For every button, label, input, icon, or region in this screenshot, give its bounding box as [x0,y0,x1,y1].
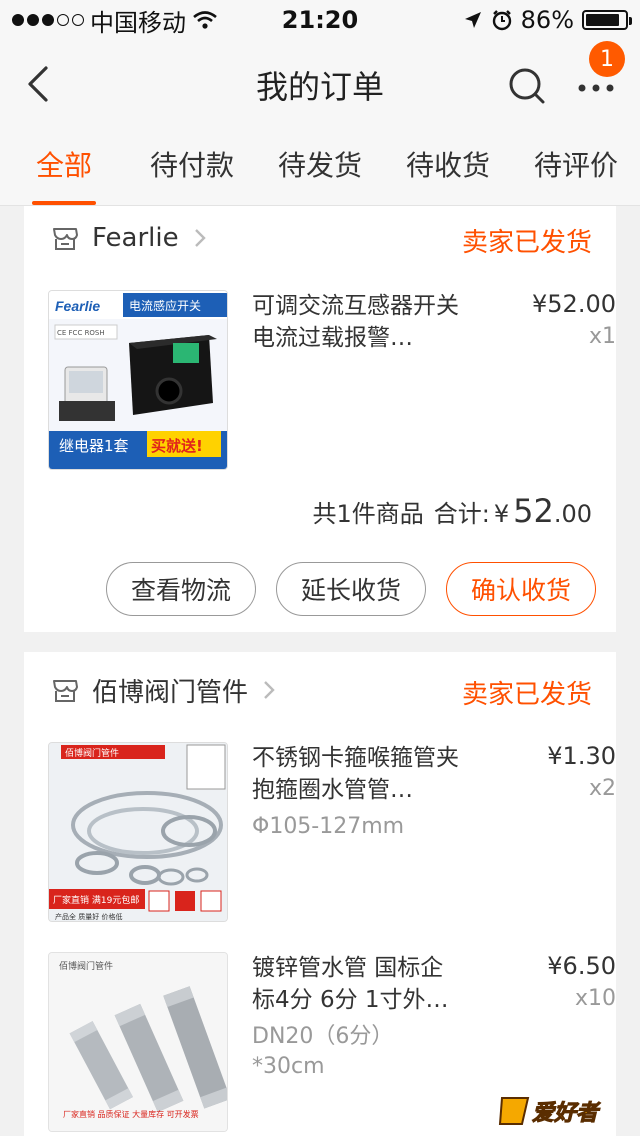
image-sub-text: 产品全 质量好 价格低 [55,912,122,921]
battery-percent: 86% [520,6,574,34]
battery-icon [582,10,632,30]
order-status: 卖家已发货 [461,680,592,710]
signal-strength-icon [12,14,84,26]
tab-all[interactable]: 全部 [0,130,128,205]
promo-right-text: 买就送! [151,437,203,455]
total-integer: 52 [513,492,554,530]
total-decimal: .00 [553,500,592,528]
chevron-right-icon [264,681,275,699]
banner-text: 电流感应开关 [129,298,201,313]
tab-pending-payment[interactable]: 待付款 [128,130,256,205]
tab-pending-shipment[interactable]: 待发货 [256,130,384,205]
product-quantity: x10 [574,986,616,1011]
notification-badge: 1 [589,41,625,77]
image-promo-text: 厂家直销 满19元包邮 [53,894,139,906]
status-time: 21:20 [281,6,359,34]
product-price: ¥6.50 [547,952,616,980]
image-header-text: 佰博阀门管件 [59,960,113,972]
page-title: 我的订单 [255,68,384,106]
shop-icon [53,680,78,702]
chevron-right-icon [194,229,206,247]
shop-name: 佰博阀门管件 [92,677,249,708]
order-card: Fearlie 卖家已发货 Fearlie 电流感应开关 CE FCC ROSH [24,206,616,632]
product-title[interactable]: 可调交流互感器开关 电流过载报警… [252,290,462,354]
confirm-receipt-button[interactable]: 确认收货 [446,562,596,616]
image-footer-text: 厂家直销 品质保证 大量库存 可开发票 [63,1109,199,1119]
wifi-icon [193,11,217,29]
order-card: 佰博阀门管件 卖家已发货 佰博阀门管件 厂家直销 满19元包邮 产品全 质量好 … [24,652,616,1136]
product-spec: Φ105-127mm [252,814,405,839]
cert-text: CE FCC ROSH [57,329,105,337]
extend-receipt-button[interactable]: 延长收货 [276,562,426,616]
shop-link[interactable]: Fearlie [50,218,207,258]
location-arrow-icon [464,12,481,28]
product-title[interactable]: 不锈钢卡箍喉箍管夹抱箍圈水管管… [252,742,462,806]
item-count: 共1件商品 [312,500,424,528]
order-status: 卖家已发货 [461,228,592,258]
order-tabs: 全部 待付款 待发货 待收货 待评价 [0,130,640,206]
search-icon[interactable] [505,64,549,108]
status-bar: 中国移动 21:20 86% [0,0,640,40]
product-thumbnail[interactable]: 佰博阀门管件 厂家直销 品质保证 大量库存 可开发票 [48,952,228,1132]
product-title[interactable]: 镀锌管水管 国标企标4分 6分 1寸外… [252,952,462,1016]
alarm-icon [492,10,511,31]
product-spec: DN20（6分）*30cm [252,1024,394,1079]
currency-symbol: ¥ [493,500,510,528]
watermark-logo: 爱好者 [498,1097,602,1127]
carrier-name: 中国移动 [90,8,186,37]
product-price: ¥1.30 [547,742,616,770]
nav-bar: 我的订单 [0,40,640,130]
shop-link[interactable]: 佰博阀门管件 [50,670,276,710]
battery-level [586,14,619,26]
tab-pending-review[interactable]: 待评价 [512,130,640,205]
order-product[interactable]: 佰博阀门管件 厂家直销 满19元包邮 产品全 质量好 价格低 不锈钢卡箍喉箍管夹… [48,742,616,922]
brand-logo-text: Fearlie [55,298,100,314]
shop-icon [53,228,78,250]
order-product[interactable]: Fearlie 电流感应开关 CE FCC ROSH 继电器1套 买就送! 可调… [48,290,616,470]
product-quantity: x1 [588,324,616,349]
promo-left-text: 继电器1套 [59,437,129,455]
order-summary: 共1件商品 合计: ¥ 52 .00 [312,492,592,530]
product-quantity: x2 [588,776,616,801]
watermark-text: 爱好者 [532,1101,601,1126]
back-button[interactable] [20,64,60,104]
product-thumbnail[interactable]: 佰博阀门管件 厂家直销 满19元包邮 产品全 质量好 价格低 [48,742,228,922]
shop-name: Fearlie [92,223,179,253]
product-price: ¥52.00 [532,290,616,318]
view-logistics-button[interactable]: 查看物流 [106,562,256,616]
total-label: 合计: [433,500,490,528]
image-header-text: 佰博阀门管件 [65,747,119,759]
product-thumbnail[interactable]: Fearlie 电流感应开关 CE FCC ROSH 继电器1套 买就送! [48,290,228,470]
tab-pending-receipt[interactable]: 待收货 [384,130,512,205]
